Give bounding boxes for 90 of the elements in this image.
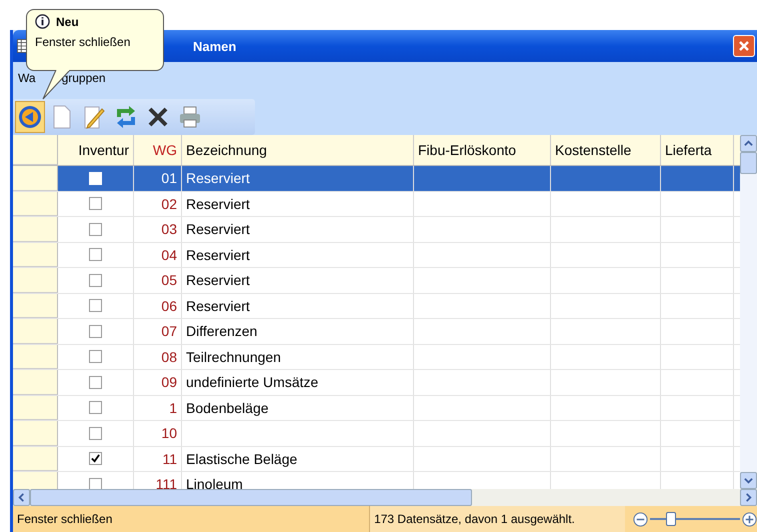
pencil-icon xyxy=(82,105,106,129)
table-row[interactable]: 03 Reserviert xyxy=(13,217,740,242)
row-header xyxy=(13,242,58,267)
column-header[interactable]: Fibu-Erlöskonto xyxy=(414,135,551,165)
table-cell: Reserviert xyxy=(186,196,250,212)
table-cell: Reserviert xyxy=(186,298,250,314)
close-icon xyxy=(738,40,750,52)
table-cell: Reserviert xyxy=(186,221,250,238)
zoom-out-icon[interactable] xyxy=(633,512,648,526)
row-header xyxy=(13,396,58,420)
table-row[interactable]: 02 Reserviert xyxy=(13,192,740,217)
checkbox[interactable] xyxy=(89,274,102,287)
record-count: 173 Datensätze, davon 1 ausgewählt. xyxy=(369,506,625,532)
checkbox[interactable] xyxy=(89,401,102,414)
checkbox[interactable] xyxy=(89,197,102,210)
table-cell: 02 xyxy=(161,196,177,212)
scroll-thumb[interactable] xyxy=(30,489,472,506)
printer-icon xyxy=(178,105,202,129)
table-cell: 06 xyxy=(161,298,177,314)
vertical-scrollbar[interactable] xyxy=(740,135,757,489)
table-cell: Reserviert xyxy=(186,170,250,186)
column-header[interactable]: Kostenstelle xyxy=(551,135,661,165)
table-row[interactable]: 11 Elastische Beläge xyxy=(13,446,740,472)
table-cell: Elastische Beläge xyxy=(186,450,298,467)
row-header xyxy=(13,421,58,446)
info-icon xyxy=(35,14,50,29)
table-row[interactable]: 07 Differenzen xyxy=(13,319,740,344)
row-header xyxy=(13,268,58,292)
row-header xyxy=(13,370,58,394)
table-cell: Reserviert xyxy=(186,246,250,263)
slider-thumb[interactable] xyxy=(666,512,676,526)
table-cell: undefinierte Umsätze xyxy=(186,374,318,390)
delete-icon xyxy=(146,105,170,129)
checkbox[interactable] xyxy=(89,478,102,489)
tooltip-title: Neu xyxy=(56,14,79,28)
checkbox[interactable] xyxy=(89,452,102,466)
tooltip-text: Fenster schließen xyxy=(35,35,132,49)
table-row[interactable]: 09 undefinierte Umsätze xyxy=(13,370,740,396)
zoom-in-icon[interactable] xyxy=(742,512,757,526)
back-button[interactable] xyxy=(15,101,45,133)
status-text: Fenster schließen xyxy=(16,512,114,526)
table-cell: 08 xyxy=(161,348,177,365)
menu-item[interactable]: Wa xyxy=(18,71,36,85)
scroll-down-button[interactable] xyxy=(740,472,757,489)
table-cell: Reserviert xyxy=(186,272,250,288)
scroll-left-button[interactable] xyxy=(13,489,30,506)
horizontal-scrollbar[interactable] xyxy=(13,489,757,506)
table-cell: 111 xyxy=(156,476,177,489)
checkbox[interactable] xyxy=(89,350,102,364)
row-header xyxy=(13,192,58,216)
window-title: Namen xyxy=(193,38,236,54)
column-header[interactable]: Bezeichnung xyxy=(182,135,414,165)
checkbox[interactable] xyxy=(89,299,102,312)
sync-arrows-icon xyxy=(114,105,138,129)
column-header[interactable]: Inventur xyxy=(58,135,134,165)
table-cell: 05 xyxy=(161,272,177,288)
row-header xyxy=(13,344,58,369)
table-cell: Bodenbeläge xyxy=(186,400,269,416)
table-cell: 11 xyxy=(162,450,177,467)
table-row[interactable]: 08 Teilrechnungen xyxy=(13,344,740,370)
table-cell: Teilrechnungen xyxy=(186,348,281,365)
table-cell: 04 xyxy=(161,246,177,263)
menu-item[interactable]: gruppen xyxy=(62,71,106,85)
table-cell: 01 xyxy=(161,170,177,186)
table-cell: 03 xyxy=(161,221,177,238)
close-button[interactable] xyxy=(733,35,755,57)
table-row[interactable]: 10 xyxy=(13,421,740,446)
checkbox[interactable] xyxy=(89,376,102,389)
column-header[interactable]: Lieferta xyxy=(661,135,734,165)
checkbox[interactable] xyxy=(89,426,102,440)
table-row[interactable]: 1 Bodenbeläge xyxy=(13,396,740,421)
table-cell: 10 xyxy=(161,425,177,442)
table-row[interactable]: 01 Reserviert xyxy=(13,166,740,192)
scroll-right-button[interactable] xyxy=(740,489,757,506)
row-header xyxy=(13,319,58,344)
table-row[interactable]: 06 Reserviert xyxy=(13,294,740,319)
row-header xyxy=(13,294,58,318)
checkbox[interactable] xyxy=(89,222,102,236)
table-cell: 09 xyxy=(161,374,177,390)
checkbox[interactable] xyxy=(89,248,102,262)
table-cell: Differenzen xyxy=(186,323,258,340)
scroll-up-button[interactable] xyxy=(740,135,757,152)
table-row[interactable]: 04 Reserviert xyxy=(13,242,740,268)
scroll-thumb[interactable] xyxy=(740,152,757,174)
column-header[interactable]: WG xyxy=(134,135,182,165)
checkbox[interactable] xyxy=(89,324,102,338)
table-cell: 1 xyxy=(169,400,177,416)
table-cell: 07 xyxy=(161,323,177,340)
table-row[interactable]: 05 Reserviert xyxy=(13,268,740,294)
row-header xyxy=(13,217,58,242)
